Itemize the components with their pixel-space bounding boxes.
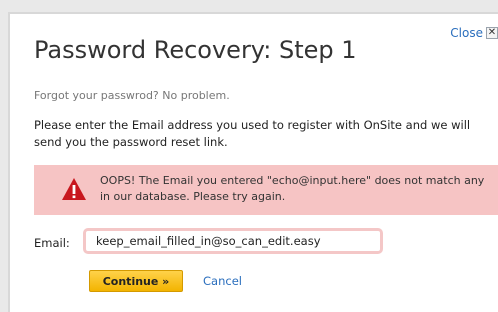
cancel-link[interactable]: Cancel xyxy=(203,274,242,288)
close-link[interactable]: Close xyxy=(450,26,483,40)
dialog-subtitle: Forgot your passwrod? No problem. xyxy=(34,89,230,102)
error-message-text: OOPS! The Email you entered "echo@input.… xyxy=(100,174,485,203)
instructions-text: Please enter the Email address you used … xyxy=(34,118,471,149)
continue-button[interactable]: Continue » xyxy=(89,270,183,292)
email-label: Email: xyxy=(34,236,70,250)
close-icon[interactable]: ✕ xyxy=(486,27,498,39)
email-input[interactable] xyxy=(83,228,383,254)
warning-triangle-icon xyxy=(62,178,86,200)
dialog-title: Password Recovery: Step 1 xyxy=(34,36,357,64)
close-control: Close ✕ xyxy=(450,26,498,40)
error-message-box: OOPS! The Email you entered "echo@input.… xyxy=(34,165,498,215)
password-recovery-dialog: Close ✕ Password Recovery: Step 1 Forgot… xyxy=(8,12,498,312)
